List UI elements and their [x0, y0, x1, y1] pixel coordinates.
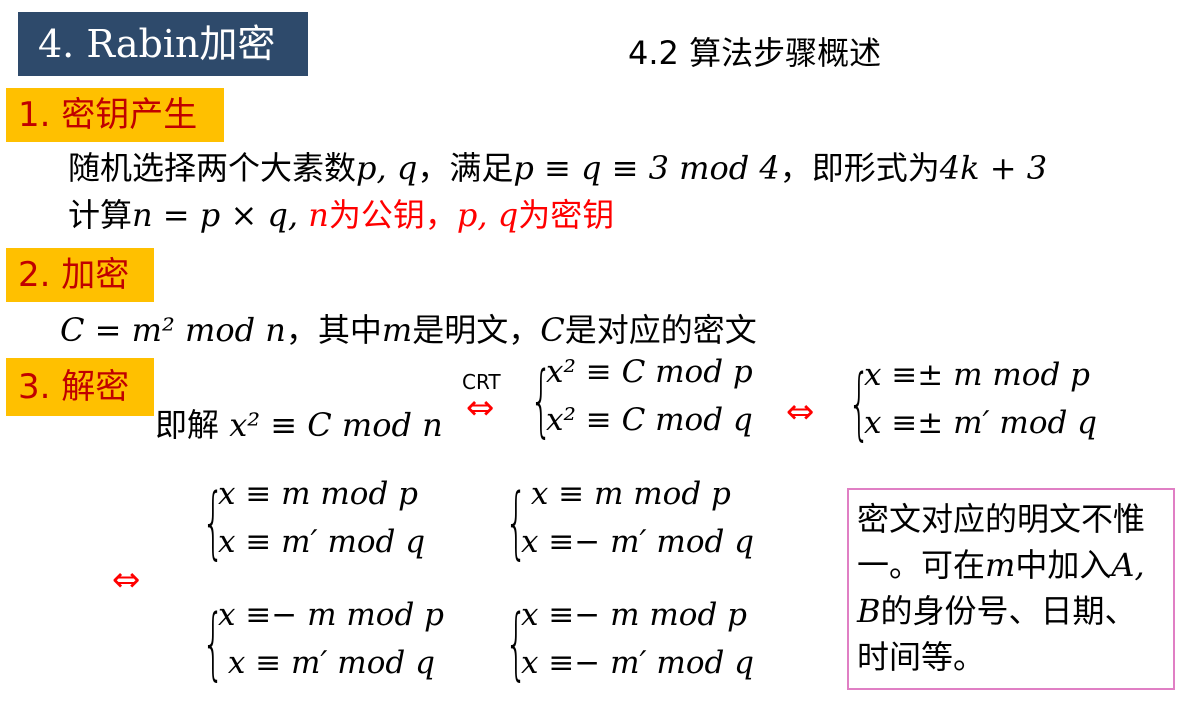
private-key-pq: p, q: [456, 196, 519, 234]
system-row: x ≡± m mod p: [864, 357, 1090, 393]
equivalence-arrow-2: ⇔: [786, 392, 815, 432]
private-key-text: 为密钥: [518, 196, 615, 234]
encrypt-m: m: [381, 311, 413, 349]
keygen-text: ，满足: [417, 149, 514, 187]
system-row: x ≡− m mod p: [218, 597, 444, 633]
system-row: x ≡ m mod p: [218, 476, 419, 512]
encrypt-formula: C = m² mod n: [60, 311, 286, 349]
public-key-text: 为公钥，: [328, 196, 457, 234]
keygen-line-1: 随机选择两个大素数p, q，满足p ≡ q ≡ 3 mod 4，即形式为4k +…: [68, 143, 1047, 189]
decrypt-solve-text: 即解: [155, 406, 220, 444]
keygen-text: ，即形式为: [779, 149, 940, 187]
keygen-condition: p ≡ q ≡ 3 mod 4: [513, 149, 780, 187]
keygen-text: 计算: [68, 196, 133, 234]
system-row: x ≡− m′ mod q: [521, 645, 755, 681]
tag-encryption: 2. 加密: [6, 248, 154, 302]
decrypt-solve: 即解 x² ≡ C mod n: [155, 400, 443, 446]
system-row: x ≡− m mod p: [521, 597, 747, 633]
equivalence-arrow-1: ⇔: [466, 388, 495, 428]
note-box: 密文对应的明文不惟一。可在m中加入A, B的身份号、日期、时间等。: [847, 488, 1175, 690]
system-row: x ≡ m′ mod q: [218, 524, 426, 560]
system-row: x² ≡ C mod q: [546, 402, 753, 438]
equivalence-arrow-3: ⇔: [112, 560, 141, 600]
section-title-text: 4. Rabin加密: [38, 22, 276, 66]
tag-key-generation: 1. 密钥产生: [6, 88, 224, 142]
encrypt-line: C = m² mod n，其中m是明文，C是对应的密文: [60, 305, 757, 351]
system-row: x ≡± m′ mod q: [864, 405, 1098, 441]
public-key-n: n: [308, 196, 329, 234]
system-row: x ≡− m′ mod q: [521, 524, 755, 560]
note-m: m: [985, 546, 1016, 584]
encrypt-text: ，其中: [285, 311, 382, 349]
decrypt-solve-eq: x² ≡ C mod n: [229, 406, 443, 444]
note-text: 的身份号、日期、时间等。: [857, 592, 1137, 676]
keygen-n-eq: n = p × q,: [132, 196, 299, 234]
keygen-form: 4k + 3: [939, 149, 1048, 187]
encrypt-c: C: [540, 311, 565, 349]
encrypt-text: 是对应的密文: [564, 311, 757, 349]
section-title: 4. Rabin加密: [18, 12, 308, 76]
system-row: x² ≡ C mod p: [546, 354, 753, 390]
keygen-pq: p, q: [356, 149, 418, 187]
encrypt-text: 是明文，: [412, 311, 541, 349]
system-row: x ≡ m mod p: [521, 476, 731, 512]
keygen-text: 随机选择两个大素数: [68, 149, 357, 187]
page-subtitle: 4.2 算法步骤概述: [628, 34, 882, 72]
tag-decryption: 3. 解密: [6, 358, 154, 416]
keygen-line-2: 计算n = p × q, n为公钥，p, q为密钥: [68, 190, 614, 236]
note-text: 中加入: [1015, 546, 1112, 584]
system-row: x ≡ m′ mod q: [218, 645, 435, 681]
